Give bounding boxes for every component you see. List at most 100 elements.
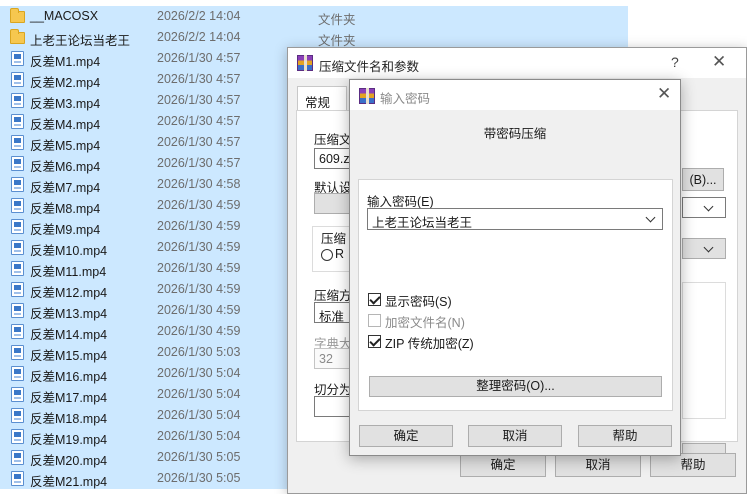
inner-dialog-titlebar[interactable]: 输入密码 ✕ — [350, 80, 680, 110]
file-name: 反差M10.mp4 — [30, 244, 108, 258]
file-name: 反差M3.mp4 — [30, 97, 101, 111]
show-password-checkbox[interactable] — [368, 293, 381, 306]
video-file-icon — [11, 93, 24, 108]
password-input[interactable]: 上老王论坛当老王 — [367, 208, 663, 230]
profile-dropdown[interactable] — [682, 238, 726, 259]
file-date: 2026/1/30 4:59 — [157, 198, 241, 212]
profiles-button[interactable] — [314, 193, 354, 214]
chevron-down-icon — [703, 201, 714, 212]
outer-cancel-button[interactable]: 取消 — [555, 453, 641, 477]
outer-dialog-title: 压缩文件名和参数 — [319, 60, 420, 74]
dictionary-size-value: 32 — [319, 352, 333, 366]
video-file-icon — [11, 198, 24, 213]
video-file-icon — [11, 261, 24, 276]
file-name: 反差M16.mp4 — [30, 370, 108, 384]
file-date: 2026/1/30 4:59 — [157, 324, 241, 338]
video-file-icon — [11, 51, 24, 66]
file-date: 2026/1/30 4:58 — [157, 177, 241, 191]
tab-general-label: 常规 — [305, 96, 331, 110]
file-name: __MACOSX — [30, 9, 99, 23]
file-name: 反差M7.mp4 — [30, 181, 101, 195]
browse-button[interactable]: (B)... — [682, 168, 724, 191]
outer-dialog-titlebar[interactable]: 压缩文件名和参数 ? ✕ — [288, 48, 746, 78]
video-file-icon — [11, 345, 24, 360]
close-icon[interactable]: ✕ — [712, 52, 726, 72]
file-name: 反差M20.mp4 — [30, 454, 108, 468]
cancel-button[interactable]: 取消 — [468, 425, 562, 447]
file-name: 反差M12.mp4 — [30, 286, 108, 300]
file-date: 2026/1/30 5:05 — [157, 471, 241, 485]
tab-general[interactable]: 常规 — [297, 86, 347, 111]
outer-help-button[interactable]: 帮助 — [650, 453, 736, 477]
encrypt-file-names-checkbox[interactable] — [368, 314, 381, 327]
file-name: 反差M5.mp4 — [30, 139, 101, 153]
file-name: 反差M19.mp4 — [30, 433, 108, 447]
file-date: 2026/1/30 5:04 — [157, 366, 241, 380]
file-date: 2026/1/30 4:59 — [157, 303, 241, 317]
video-file-icon — [11, 471, 24, 486]
file-date: 2026/1/30 4:57 — [157, 156, 241, 170]
file-name: 反差M14.mp4 — [30, 328, 108, 342]
file-name: 反差M4.mp4 — [30, 118, 101, 132]
ok-button[interactable]: 确定 — [359, 425, 453, 447]
video-file-icon — [11, 450, 24, 465]
winrar-icon — [297, 55, 313, 71]
file-date: 2026/1/30 4:57 — [157, 135, 241, 149]
archive-format-label: 压缩 — [321, 228, 347, 247]
help-button[interactable]: 帮助 — [578, 425, 672, 447]
video-file-icon — [11, 366, 24, 381]
video-file-icon — [11, 387, 24, 402]
archive-name-label: 压缩文 — [314, 133, 352, 147]
file-name: 上老王论坛当老王 — [30, 34, 131, 48]
file-row[interactable]: __MACOSX 2026/2/2 14:04 文件夹 — [0, 6, 628, 27]
file-name: 反差M8.mp4 — [30, 202, 101, 216]
archive-name-dropdown[interactable] — [682, 197, 726, 218]
zip-legacy-encryption-checkbox[interactable] — [368, 335, 381, 348]
file-row[interactable]: 上老王论坛当老王 2026/2/2 14:04 文件夹 — [0, 27, 628, 48]
folder-icon — [10, 29, 25, 44]
file-date: 2026/1/30 4:59 — [157, 261, 241, 275]
file-name: 反差M1.mp4 — [30, 55, 101, 69]
show-password-label: 显示密码(S) — [385, 295, 452, 309]
file-date: 2026/1/30 5:03 — [157, 345, 241, 359]
file-type: 文件夹 — [318, 13, 356, 27]
archiving-options-group — [682, 282, 726, 419]
file-name: 反差M2.mp4 — [30, 76, 101, 90]
encrypt-file-names-label: 加密文件名(N) — [385, 316, 465, 330]
file-date: 2026/2/2 14:04 — [157, 9, 241, 23]
video-file-icon — [11, 303, 24, 318]
video-file-icon — [11, 429, 24, 444]
chevron-down-icon — [703, 242, 714, 253]
file-date: 2026/1/30 4:57 — [157, 51, 241, 65]
file-date: 2026/1/30 5:04 — [157, 429, 241, 443]
file-date: 2026/1/30 5:04 — [157, 408, 241, 422]
video-file-icon — [11, 177, 24, 192]
file-date: 2026/1/30 4:57 — [157, 93, 241, 107]
video-file-icon — [11, 240, 24, 255]
file-name: 反差M18.mp4 — [30, 412, 108, 426]
file-date: 2026/2/2 14:04 — [157, 30, 241, 44]
format-radio[interactable] — [321, 249, 333, 261]
file-date: 2026/1/30 5:05 — [157, 450, 241, 464]
file-name: 反差M6.mp4 — [30, 160, 101, 174]
file-date: 2026/1/30 4:59 — [157, 240, 241, 254]
format-radio-label: R — [335, 247, 345, 261]
password-value: 上老王论坛当老王 — [372, 216, 473, 230]
file-name: 反差M11.mp4 — [30, 265, 107, 279]
file-date: 2026/1/30 4:59 — [157, 219, 241, 233]
enter-password-dialog: 输入密码 ✕ 带密码压缩 输入密码(E) 上老王论坛当老王 显示密码(S) 加密… — [349, 79, 681, 456]
compression-method-value: 标准 — [319, 310, 345, 324]
help-icon[interactable]: ? — [671, 54, 679, 70]
zip-legacy-encryption-label: ZIP 传统加密(Z) — [385, 337, 474, 351]
video-file-icon — [11, 135, 24, 150]
browse-button-label: (B)... — [689, 173, 717, 187]
chevron-down-icon — [645, 212, 656, 223]
organize-passwords-button[interactable]: 整理密码(O)... — [369, 376, 662, 397]
video-file-icon — [11, 72, 24, 87]
close-icon[interactable]: ✕ — [657, 84, 671, 104]
file-name: 反差M13.mp4 — [30, 307, 108, 321]
outer-ok-button[interactable]: 确定 — [460, 453, 546, 477]
file-name: 反差M17.mp4 — [30, 391, 108, 405]
video-file-icon — [11, 219, 24, 234]
video-file-icon — [11, 114, 24, 129]
